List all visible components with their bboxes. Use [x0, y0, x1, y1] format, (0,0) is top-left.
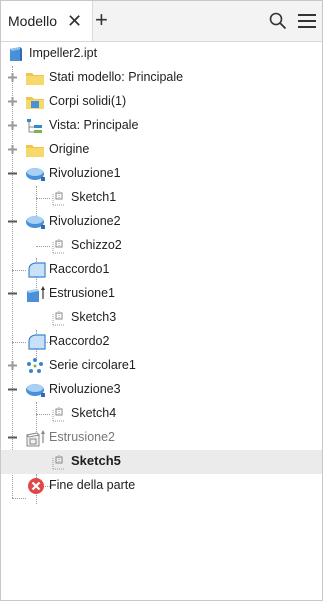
tree-item-label: Impeller2.ipt	[29, 46, 98, 60]
collapse-minus-icon[interactable]	[7, 216, 18, 227]
tree-item-label: Fine della parte	[49, 478, 136, 492]
solid-bodies-folder-icon	[26, 97, 44, 109]
fillet-icon	[28, 334, 46, 350]
sketch-icon	[52, 455, 65, 470]
fillet-icon	[28, 262, 46, 278]
browser-tab-bar: Modello ✕ +	[1, 1, 322, 42]
tree-item-fillet1[interactable]: Raccordo1	[1, 258, 322, 282]
tree-item-label: Raccordo2	[49, 334, 110, 348]
tree-item-label: Serie circolare1	[49, 358, 136, 372]
tree-item-label: Sketch1	[71, 190, 117, 204]
tree-item-revolve2[interactable]: Rivoluzione2	[1, 210, 322, 234]
tree-item-end-of-part[interactable]: Fine della parte	[1, 474, 322, 498]
tree-item-label: Sketch3	[71, 310, 117, 324]
tree-item-label: Origine	[49, 142, 90, 156]
extrude-icon	[27, 286, 45, 302]
tree-item-label: Raccordo1	[49, 262, 110, 276]
view-rep-icon	[27, 119, 42, 133]
tree-item-label: Sketch4	[71, 406, 117, 420]
end-of-part-icon	[28, 478, 44, 494]
sketch-icon	[52, 311, 65, 326]
folder-icon	[26, 145, 44, 157]
collapse-minus-icon[interactable]	[7, 288, 18, 299]
circular-pattern-icon	[27, 358, 43, 373]
tree-item-label: Sketch5	[71, 453, 121, 468]
expand-plus-icon[interactable]	[7, 72, 18, 83]
collapse-minus-icon[interactable]	[7, 384, 18, 395]
tree-item-solid-bodies[interactable]: Corpi solidi(1)	[1, 90, 322, 114]
tree-item-label: Schizzo2	[71, 238, 122, 252]
sketch-icon	[52, 407, 65, 422]
tree-item-label: Estrusione1	[49, 286, 116, 300]
tree-item-label: Stati modello: Principale	[49, 70, 184, 84]
tree-item-label: Rivoluzione2	[49, 214, 121, 228]
tree-item-model-states[interactable]: Stati modello: Principale	[1, 66, 322, 90]
expand-plus-icon[interactable]	[7, 120, 18, 131]
expand-plus-icon[interactable]	[7, 360, 18, 371]
part-file-icon	[10, 47, 22, 61]
expand-plus-icon[interactable]	[7, 144, 18, 155]
sketch-icon	[52, 239, 65, 254]
revolve-icon	[26, 384, 45, 397]
tree-item-revolve1[interactable]: Rivoluzione1	[1, 162, 322, 186]
collapse-minus-icon[interactable]	[7, 432, 18, 443]
tree-item-extrude1[interactable]: Estrusione1	[1, 282, 322, 306]
sketch-icon	[52, 191, 65, 206]
tree-item-sketch5[interactable]: Sketch5	[1, 450, 322, 474]
tree-item-view[interactable]: Vista: Principale	[1, 114, 322, 138]
search-icon[interactable]	[269, 12, 287, 30]
tree-item-part[interactable]: Impeller2.ipt	[1, 42, 322, 66]
model-browser-panel: Modello ✕ + Impeller2.ipt Stati modello:…	[0, 0, 323, 601]
collapse-minus-icon[interactable]	[7, 168, 18, 179]
tree-item-extrude2[interactable]: Estrusione2	[1, 426, 322, 450]
tab-modello[interactable]: Modello ✕	[1, 1, 93, 41]
tree-item-circular-pattern1[interactable]: Serie circolare1	[1, 354, 322, 378]
tree-item-sketch3[interactable]: Sketch3	[1, 306, 322, 330]
close-tab-icon[interactable]: ✕	[67, 12, 82, 30]
tree-item-revolve3[interactable]: Rivoluzione3	[1, 378, 322, 402]
extrude-suppressed-icon	[25, 430, 45, 447]
tree-item-label: Rivoluzione3	[49, 382, 121, 396]
revolve-icon	[26, 216, 45, 229]
add-tab-button[interactable]: +	[95, 9, 108, 31]
revolve-icon	[26, 168, 45, 181]
tree-item-label: Vista: Principale	[49, 118, 139, 132]
tree-item-origin[interactable]: Origine	[1, 138, 322, 162]
tree-item-sketch1[interactable]: Sketch1	[1, 186, 322, 210]
tree-item-sketch2[interactable]: Schizzo2	[1, 234, 322, 258]
tree-item-label: Corpi solidi(1)	[49, 94, 127, 108]
tree-item-fillet2[interactable]: Raccordo2	[1, 330, 322, 354]
tree-guide-line	[12, 498, 26, 499]
expand-plus-icon[interactable]	[7, 96, 18, 107]
menu-icon[interactable]	[298, 13, 316, 29]
tree-item-sketch4[interactable]: Sketch4	[1, 402, 322, 426]
folder-icon	[26, 73, 44, 85]
tree-item-label: Rivoluzione1	[49, 166, 121, 180]
tree-item-label: Estrusione2	[49, 430, 116, 444]
tab-modello-label: Modello	[8, 13, 58, 29]
